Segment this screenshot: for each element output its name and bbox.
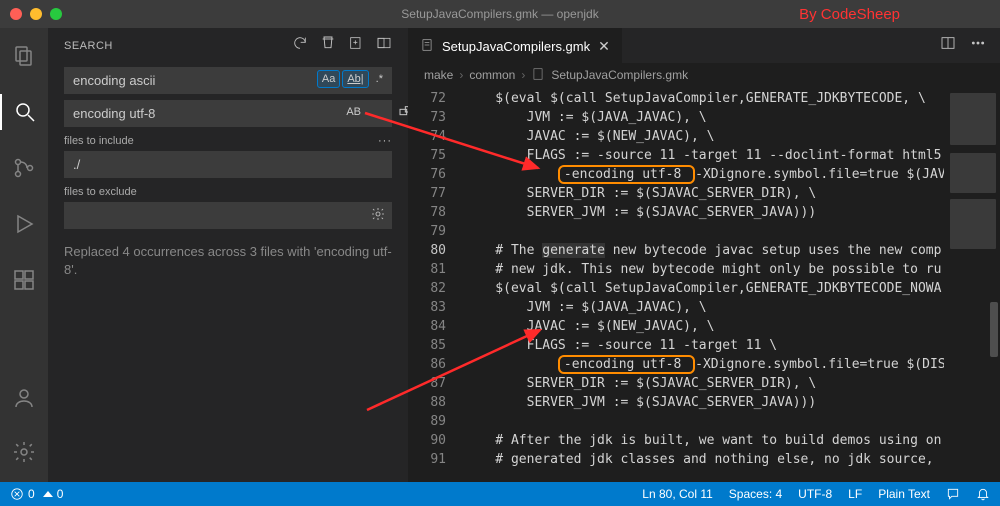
code-line[interactable]: 78 SERVER_JVM := $(SJAVAC_SERVER_JAVA))) <box>408 203 1000 222</box>
status-bell-icon[interactable] <box>976 487 990 501</box>
window-title: SetupJavaCompilers.gmk — openjdk <box>401 7 598 21</box>
code-line[interactable]: 74 JAVAC := $(NEW_JAVAC), \ <box>408 127 1000 146</box>
code-line[interactable]: 79 <box>408 222 1000 241</box>
maximize-window[interactable] <box>50 8 62 20</box>
scrollbar[interactable] <box>988 87 1000 482</box>
code-line[interactable]: 84 JAVAC := $(NEW_JAVAC), \ <box>408 317 1000 336</box>
settings-gear-icon[interactable] <box>0 434 48 470</box>
editor-area: SetupJavaCompilers.gmk ✕ make› common› S… <box>408 28 1000 482</box>
status-encoding[interactable]: UTF-8 <box>798 487 832 501</box>
search-result-message: Replaced 4 occurrences across 3 files wi… <box>64 243 392 279</box>
refresh-icon[interactable] <box>292 35 308 56</box>
regex-toggle[interactable]: .* <box>371 70 388 88</box>
files-include-input[interactable] <box>64 151 392 178</box>
code-line[interactable]: 83 JVM := $(JAVA_JAVAC), \ <box>408 298 1000 317</box>
status-warnings[interactable]: 0 <box>43 487 64 501</box>
breadcrumb-seg[interactable]: make <box>424 68 453 82</box>
panel-title: SEARCH <box>64 40 113 52</box>
breadcrumb[interactable]: make› common› SetupJavaCompilers.gmk <box>408 63 1000 87</box>
code-line[interactable]: 87 SERVER_DIR := $(SJAVAC_SERVER_DIR), \ <box>408 374 1000 393</box>
extensions-tab[interactable] <box>0 262 48 298</box>
code-line[interactable]: 88 SERVER_JVM := $(SJAVAC_SERVER_JAVA))) <box>408 393 1000 412</box>
status-errors[interactable]: 0 <box>10 487 35 501</box>
code-line[interactable]: 72 $(eval $(call SetupJavaCompiler,GENER… <box>408 89 1000 108</box>
watermark-text: By CodeSheep <box>799 6 900 23</box>
code-line[interactable]: 81 # new jdk. This new bytecode might on… <box>408 260 1000 279</box>
code-line[interactable]: 90 # After the jdk is built, we want to … <box>408 431 1000 450</box>
minimize-window[interactable] <box>30 8 42 20</box>
match-case-toggle[interactable]: Aa <box>317 70 340 88</box>
breadcrumb-seg[interactable]: common <box>469 68 515 82</box>
code-line[interactable]: 73 JVM := $(JAVA_JAVAC), \ <box>408 108 1000 127</box>
source-control-tab[interactable] <box>0 150 48 186</box>
status-eol[interactable]: LF <box>848 487 862 501</box>
code-line[interactable]: 80 # The generate new bytecode javac set… <box>408 241 1000 260</box>
statusbar: 0 0 Ln 80, Col 11 Spaces: 4 UTF-8 LF Pla… <box>0 482 1000 506</box>
use-exclude-settings-icon[interactable] <box>370 206 386 227</box>
run-debug-tab[interactable] <box>0 206 48 242</box>
search-panel: SEARCH Aa Ab| .* AB <box>48 28 408 482</box>
preserve-case-toggle[interactable]: AB <box>341 103 366 121</box>
code-line[interactable]: 82 $(eval $(call SetupJavaCompiler,GENER… <box>408 279 1000 298</box>
collapse-icon[interactable] <box>376 35 392 56</box>
status-feedback-icon[interactable] <box>946 487 960 501</box>
code-line[interactable]: 85 FLAGS := -source 11 -target 11 \ <box>408 336 1000 355</box>
search-tab[interactable] <box>0 94 48 130</box>
tab-label: SetupJavaCompilers.gmk <box>442 39 590 54</box>
status-indent[interactable]: Spaces: 4 <box>729 487 782 501</box>
split-editor-icon[interactable] <box>940 35 956 56</box>
files-exclude-input[interactable] <box>64 202 392 229</box>
code-line[interactable]: 91 # generated jdk classes and nothing e… <box>408 450 1000 469</box>
editor-tabs: SetupJavaCompilers.gmk ✕ <box>408 28 1000 63</box>
breadcrumb-seg[interactable]: SetupJavaCompilers.gmk <box>551 68 688 82</box>
toggle-details-icon[interactable]: ··· <box>378 135 392 147</box>
window-controls <box>10 8 62 20</box>
code-editor[interactable]: 72 $(eval $(call SetupJavaCompiler,GENER… <box>408 87 1000 482</box>
status-cursor[interactable]: Ln 80, Col 11 <box>642 487 713 501</box>
tab-active[interactable]: SetupJavaCompilers.gmk ✕ <box>408 28 622 63</box>
match-word-toggle[interactable]: Ab| <box>342 70 368 88</box>
code-line[interactable]: 86 -encoding utf-8 -XDignore.symbol.file… <box>408 355 1000 374</box>
files-include-label: files to include <box>64 135 134 147</box>
accounts-icon[interactable] <box>0 380 48 416</box>
activity-bar <box>0 28 48 482</box>
new-editor-icon[interactable] <box>348 35 364 56</box>
code-line[interactable]: 89 <box>408 412 1000 431</box>
status-lang[interactable]: Plain Text <box>878 487 930 501</box>
clear-search-icon[interactable] <box>320 35 336 56</box>
files-exclude-label: files to exclude <box>64 186 137 198</box>
close-icon[interactable]: ✕ <box>598 38 610 55</box>
file-icon <box>420 38 434 55</box>
close-window[interactable] <box>10 8 22 20</box>
file-icon <box>531 67 545 84</box>
code-line[interactable]: 75 FLAGS := -source 11 -target 11 --docl… <box>408 146 1000 165</box>
code-line[interactable]: 77 SERVER_DIR := $(SJAVAC_SERVER_DIR), \ <box>408 184 1000 203</box>
more-actions-icon[interactable] <box>970 35 986 56</box>
code-line[interactable]: 76 -encoding utf-8 -XDignore.symbol.file… <box>408 165 1000 184</box>
explorer-tab[interactable] <box>0 38 48 74</box>
